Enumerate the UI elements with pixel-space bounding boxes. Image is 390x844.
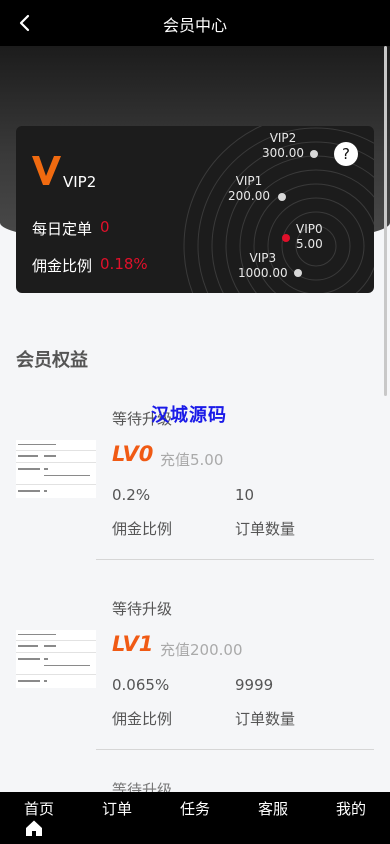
node-vip2-dot bbox=[310, 150, 318, 158]
benefit-level: LV0 bbox=[112, 442, 154, 466]
node-vip2-name: VIP2 bbox=[269, 131, 297, 145]
commission-label: 佣金比例 bbox=[32, 257, 93, 275]
benefit-item-lv1: 等待升级 LV1 充值200.00 0.065% 9999 佣金比例 订单数量 bbox=[0, 580, 390, 770]
node-vip1-dot bbox=[278, 193, 286, 201]
tab-bar: 首页 订单 任务 客服 我的 bbox=[0, 792, 390, 844]
benefit-orders-value: 9999 bbox=[235, 676, 274, 694]
node-vip3-dot bbox=[294, 269, 302, 277]
node-vip1-amount: 200.00 bbox=[228, 189, 270, 203]
page-title: 会员中心 bbox=[162, 16, 227, 35]
node-vip1: VIP1 200.00 bbox=[228, 174, 270, 204]
benefit-thumbnail bbox=[16, 440, 96, 498]
node-vip1-name: VIP1 bbox=[235, 174, 263, 188]
divider bbox=[96, 749, 374, 750]
benefit-thumbnail bbox=[16, 630, 96, 688]
daily-orders-label: 每日定单 bbox=[32, 220, 93, 238]
node-vip0-dot bbox=[282, 234, 290, 242]
benefit-recharge: 充值200.00 bbox=[160, 641, 243, 659]
node-vip0: VIP0 5.00 bbox=[296, 222, 323, 252]
node-vip0-name: VIP0 bbox=[296, 222, 323, 236]
watermark-text: 汉城源码 bbox=[151, 405, 227, 426]
daily-orders-row: 每日定单 0 bbox=[32, 218, 110, 239]
navbar: 会员中心 bbox=[0, 0, 390, 46]
tab-orders[interactable]: 订单 bbox=[87, 798, 147, 819]
daily-orders-value: 0 bbox=[100, 218, 110, 236]
tab-tasks[interactable]: 任务 bbox=[165, 798, 225, 819]
benefit-orders-label: 订单数量 bbox=[235, 710, 296, 728]
node-vip3: VIP3 1000.00 bbox=[238, 251, 288, 281]
home-icon[interactable] bbox=[25, 819, 43, 837]
tab-mine[interactable]: 我的 bbox=[321, 798, 381, 819]
benefit-commission-value: 0.2% bbox=[112, 486, 151, 504]
vip-logo-icon bbox=[32, 156, 61, 185]
benefit-commission-value: 0.065% bbox=[112, 676, 170, 694]
divider bbox=[96, 559, 374, 560]
node-vip2-amount: 300.00 bbox=[262, 146, 304, 160]
node-vip3-name: VIP3 bbox=[249, 251, 277, 265]
vip-card: VIP2 每日定单 0 佣金比例 0.18% VIP2 300.00 VIP1 … bbox=[16, 126, 374, 293]
scrollbar[interactable] bbox=[384, 46, 387, 396]
benefit-orders-label: 订单数量 bbox=[235, 520, 296, 538]
benefit-recharge: 充值5.00 bbox=[160, 451, 224, 469]
commission-row: 佣金比例 0.18% bbox=[32, 255, 148, 276]
benefit-orders-value: 10 bbox=[235, 486, 255, 504]
tab-home[interactable]: 首页 bbox=[9, 798, 69, 819]
current-vip-level: VIP2 bbox=[63, 173, 97, 191]
node-vip2: VIP2 300.00 bbox=[262, 131, 304, 161]
benefit-status: 等待升级 bbox=[112, 600, 173, 618]
benefit-level: LV1 bbox=[112, 632, 154, 656]
node-vip0-amount: 5.00 bbox=[296, 237, 323, 251]
benefit-commission-label: 佣金比例 bbox=[112, 710, 173, 728]
tab-support[interactable]: 客服 bbox=[243, 798, 303, 819]
help-button[interactable]: ? bbox=[334, 142, 358, 166]
section-title: 会员权益 bbox=[16, 350, 88, 371]
benefit-commission-label: 佣金比例 bbox=[112, 520, 173, 538]
node-vip3-amount: 1000.00 bbox=[238, 266, 288, 280]
commission-value: 0.18% bbox=[100, 255, 148, 273]
